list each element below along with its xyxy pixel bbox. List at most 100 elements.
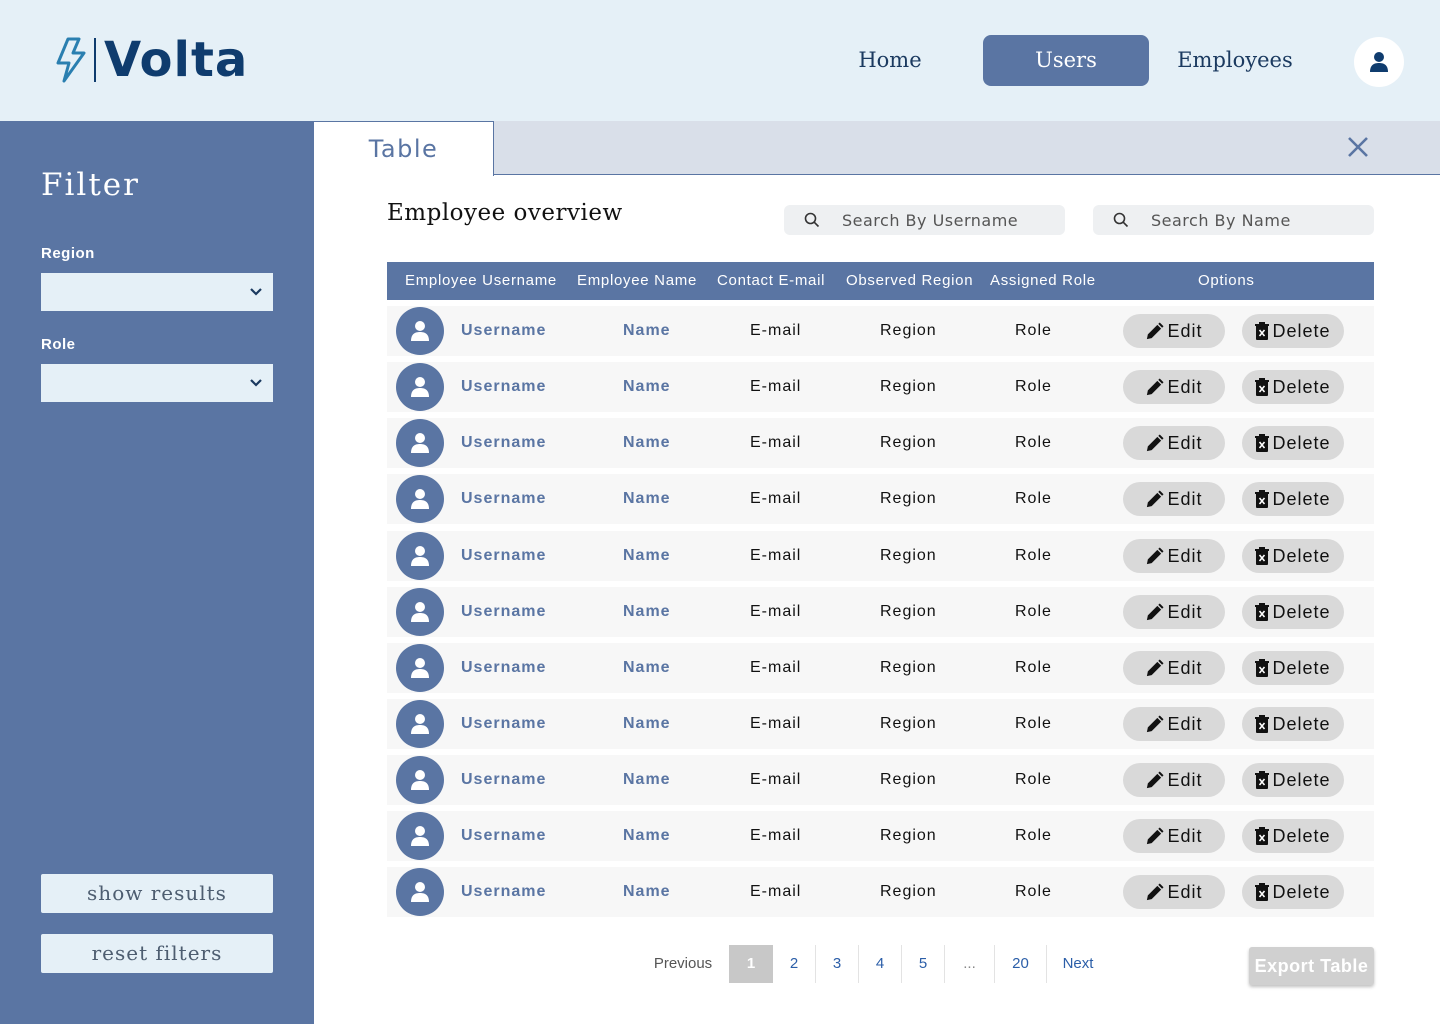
cell-username[interactable]: Username: [461, 643, 546, 693]
nav-users[interactable]: Users: [983, 35, 1149, 86]
cell-email: E-mail: [750, 378, 802, 395]
pagination-page-4[interactable]: 4: [859, 945, 902, 983]
delete-button[interactable]: Delete: [1242, 707, 1344, 741]
column-header-role[interactable]: Assigned Role: [990, 262, 1096, 300]
cell-name[interactable]: Name: [623, 755, 671, 805]
account-button[interactable]: [1354, 37, 1404, 87]
delete-button[interactable]: Delete: [1242, 426, 1344, 460]
delete-button[interactable]: Delete: [1242, 651, 1344, 685]
delete-button[interactable]: Delete: [1242, 875, 1344, 909]
column-header-username[interactable]: Employee Username: [405, 262, 557, 300]
column-header-options: Options: [1198, 272, 1255, 289]
role-select[interactable]: [41, 364, 273, 402]
search-username-input[interactable]: [842, 210, 1062, 230]
edit-button[interactable]: Edit: [1123, 314, 1225, 348]
trash-icon: [1255, 490, 1270, 508]
pagination-page-1[interactable]: 1: [729, 945, 773, 983]
search-name-input[interactable]: [1151, 210, 1371, 230]
cell-region: Region: [880, 547, 937, 564]
pagination-next[interactable]: Next: [1047, 945, 1109, 983]
cell-name[interactable]: Name: [623, 811, 671, 861]
cell-username[interactable]: Username: [461, 474, 546, 524]
delete-button[interactable]: Delete: [1242, 595, 1344, 629]
pencil-icon: [1147, 433, 1165, 451]
edit-button[interactable]: Edit: [1123, 370, 1225, 404]
cell-name[interactable]: Name: [623, 474, 671, 524]
cell-username[interactable]: Username: [461, 531, 546, 581]
cell-username[interactable]: Username: [461, 755, 546, 805]
edit-button[interactable]: Edit: [1123, 651, 1225, 685]
table-row: Username Name E-mail Region Role Edit De…: [387, 643, 1374, 693]
cell-username[interactable]: Username: [461, 418, 546, 468]
edit-label: Edit: [1167, 432, 1203, 453]
user-icon: [1370, 52, 1388, 72]
user-icon: [411, 826, 429, 846]
show-results-button[interactable]: show results: [41, 874, 273, 913]
volta-logo[interactable]: Volta: [54, 36, 248, 84]
cell-name[interactable]: Name: [623, 362, 671, 412]
chevron-down-icon: [250, 288, 262, 296]
edit-button[interactable]: Edit: [1123, 875, 1225, 909]
edit-button[interactable]: Edit: [1123, 539, 1225, 573]
tab-table[interactable]: Table: [314, 121, 494, 176]
delete-label: Delete: [1272, 432, 1331, 453]
delete-button[interactable]: Delete: [1242, 482, 1344, 516]
nav-home[interactable]: Home: [840, 35, 940, 86]
pagination-page-2[interactable]: 2: [773, 945, 816, 983]
cell-name[interactable]: Name: [623, 587, 671, 637]
pencil-icon: [1147, 489, 1165, 507]
delete-button[interactable]: Delete: [1242, 314, 1344, 348]
delete-button[interactable]: Delete: [1242, 763, 1344, 797]
delete-button[interactable]: Delete: [1242, 370, 1344, 404]
edit-button[interactable]: Edit: [1123, 707, 1225, 741]
close-icon[interactable]: [1344, 133, 1372, 161]
cell-name[interactable]: Name: [623, 643, 671, 693]
cell-name[interactable]: Name: [623, 699, 671, 749]
reset-filters-button[interactable]: reset filters: [41, 934, 273, 973]
table-row: Username Name E-mail Region Role Edit De…: [387, 362, 1374, 412]
edit-button[interactable]: Edit: [1123, 595, 1225, 629]
delete-button[interactable]: Delete: [1242, 539, 1344, 573]
pencil-icon: [1147, 602, 1165, 620]
edit-label: Edit: [1167, 601, 1203, 622]
table-header: Employee Username Employee Name Contact …: [387, 262, 1374, 300]
cell-email: E-mail: [750, 883, 802, 900]
column-header-name[interactable]: Employee Name: [577, 262, 697, 300]
pagination-page-last[interactable]: 20: [995, 945, 1047, 983]
delete-label: Delete: [1272, 376, 1331, 397]
edit-label: Edit: [1167, 769, 1203, 790]
cell-region: Region: [880, 659, 937, 676]
pagination-page-3[interactable]: 3: [816, 945, 859, 983]
edit-button[interactable]: Edit: [1123, 819, 1225, 853]
cell-name[interactable]: Name: [623, 531, 671, 581]
cell-email: E-mail: [750, 490, 802, 507]
chevron-down-icon: [250, 379, 262, 387]
edit-button[interactable]: Edit: [1123, 763, 1225, 797]
pagination-previous[interactable]: Previous: [637, 945, 729, 983]
cell-username[interactable]: Username: [461, 306, 546, 356]
export-table-button[interactable]: Export Table: [1249, 947, 1374, 985]
cell-role: Role: [1015, 827, 1052, 844]
column-header-region[interactable]: Observed Region: [846, 262, 973, 300]
cell-role: Role: [1015, 603, 1052, 620]
cell-username[interactable]: Username: [461, 699, 546, 749]
cell-email: E-mail: [750, 547, 802, 564]
edit-button[interactable]: Edit: [1123, 482, 1225, 516]
cell-username[interactable]: Username: [461, 811, 546, 861]
edit-button[interactable]: Edit: [1123, 426, 1225, 460]
cell-name[interactable]: Name: [623, 867, 671, 917]
delete-label: Delete: [1272, 713, 1331, 734]
column-header-email[interactable]: Contact E-mail: [717, 262, 825, 300]
nav-employees[interactable]: Employees: [1166, 35, 1304, 86]
trash-icon: [1255, 771, 1270, 789]
cell-username[interactable]: Username: [461, 362, 546, 412]
cell-username[interactable]: Username: [461, 867, 546, 917]
region-select[interactable]: [41, 273, 273, 311]
delete-button[interactable]: Delete: [1242, 819, 1344, 853]
cell-name[interactable]: Name: [623, 306, 671, 356]
cell-username[interactable]: Username: [461, 587, 546, 637]
cell-name[interactable]: Name: [623, 418, 671, 468]
pagination-ellipsis: ...: [945, 945, 995, 983]
pagination-page-5[interactable]: 5: [902, 945, 945, 983]
trash-icon: [1255, 603, 1270, 621]
